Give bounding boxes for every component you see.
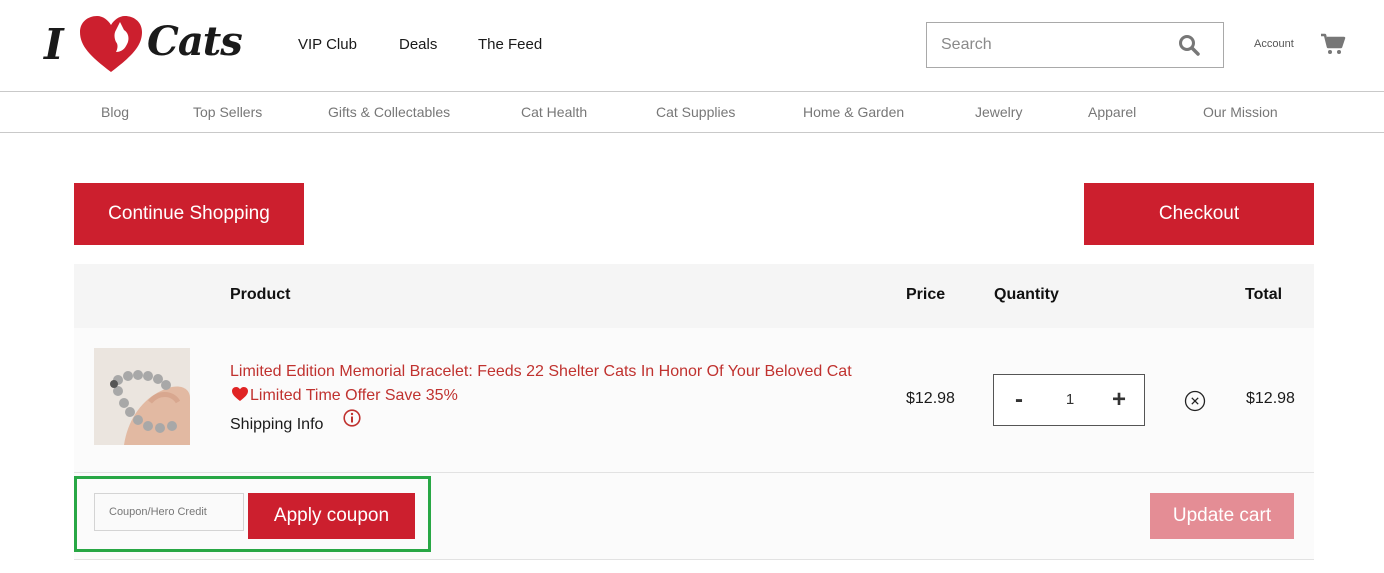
category-our-mission[interactable]: Our Mission	[1203, 104, 1278, 120]
shipping-info-label: Shipping Info	[230, 416, 324, 433]
site-logo[interactable]: I Cats	[44, 14, 243, 74]
quantity-value[interactable]: 1	[1050, 391, 1090, 408]
quantity-decrease-button[interactable]: -	[1004, 385, 1034, 415]
category-apparel[interactable]: Apparel	[1088, 104, 1136, 120]
product-thumbnail[interactable]	[94, 348, 190, 445]
product-title: Limited Edition Memorial Bracelet: Feeds…	[230, 363, 852, 380]
logo-letter-i: I	[44, 20, 64, 69]
nav-the-feed[interactable]: The Feed	[478, 36, 542, 53]
checkout-button[interactable]: Checkout	[1084, 183, 1314, 245]
heart-icon	[232, 387, 248, 401]
nav-vip-club[interactable]: VIP Club	[298, 36, 357, 53]
category-blog[interactable]: Blog	[101, 104, 129, 120]
heart-cat-icon	[80, 16, 142, 72]
site-header: I Cats VIP Club Deals The Feed Account	[0, 0, 1384, 92]
search-box	[926, 22, 1224, 68]
product-title-link[interactable]: Limited Edition Memorial Bracelet: Feeds…	[230, 360, 870, 408]
category-cat-health[interactable]: Cat Health	[521, 104, 587, 120]
category-cat-supplies[interactable]: Cat Supplies	[656, 104, 735, 120]
header-total: Total	[1245, 286, 1283, 303]
coupon-code-input[interactable]	[94, 493, 244, 531]
product-offer-text: Limited Time Offer Save 35%	[250, 387, 458, 404]
search-input[interactable]	[941, 33, 1161, 57]
quantity-increase-button[interactable]: +	[1104, 385, 1134, 415]
info-icon[interactable]	[343, 409, 361, 427]
apply-coupon-button[interactable]: Apply coupon	[248, 493, 415, 539]
item-total: $12.98	[1246, 390, 1295, 407]
account-link[interactable]: Account	[1254, 38, 1294, 50]
cart-item-row: Limited Edition Memorial Bracelet: Feeds…	[74, 328, 1314, 473]
remove-item-icon[interactable]	[1184, 390, 1206, 412]
category-navigation: Blog Top Sellers Gifts & Collectables Ca…	[0, 92, 1384, 133]
header-quantity: Quantity	[994, 286, 1059, 303]
category-gifts-collectables[interactable]: Gifts & Collectables	[328, 104, 450, 120]
update-cart-button[interactable]: Update cart	[1150, 493, 1294, 539]
cart-table-header: Product Price Quantity Total	[74, 264, 1314, 328]
logo-wordmark: Cats	[147, 18, 243, 65]
category-top-sellers[interactable]: Top Sellers	[193, 104, 262, 120]
category-home-garden[interactable]: Home & Garden	[803, 104, 904, 120]
item-price: $12.98	[906, 390, 955, 407]
search-icon[interactable]	[1177, 33, 1201, 57]
continue-shopping-button[interactable]: Continue Shopping	[74, 183, 304, 245]
category-jewelry[interactable]: Jewelry	[975, 104, 1022, 120]
header-product: Product	[230, 286, 291, 303]
nav-deals[interactable]: Deals	[399, 36, 437, 53]
cart-icon[interactable]	[1320, 33, 1346, 55]
quantity-stepper: - 1 +	[993, 374, 1145, 426]
header-price: Price	[906, 286, 946, 303]
